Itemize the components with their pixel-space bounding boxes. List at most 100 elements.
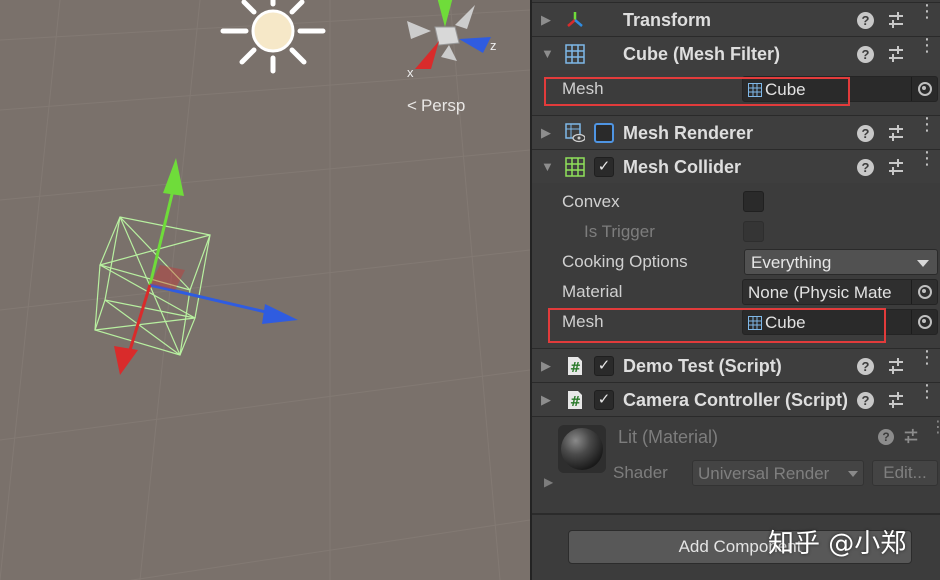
help-icon[interactable]: ? <box>878 429 894 445</box>
foldout-arrow-icon[interactable]: ▶ <box>544 475 553 489</box>
component-title: Camera Controller (Script) <box>623 390 847 410</box>
dropdown-arrow-icon <box>848 471 858 477</box>
component-title: Transform <box>623 10 712 30</box>
help-icon[interactable]: ? <box>857 12 874 29</box>
preset-icon[interactable] <box>887 45 905 63</box>
scene-grid: x z <box>0 0 530 580</box>
foldout-arrow-icon[interactable]: ▼ <box>541 159 554 174</box>
is-trigger-checkbox <box>743 221 764 242</box>
component-demo-test[interactable]: ▶ # ✓ Demo Test (Script) ? ⋮ <box>532 348 940 382</box>
cooking-options-value: Everything <box>751 253 832 272</box>
cooking-options-dropdown[interactable]: Everything <box>744 249 938 275</box>
edit-shader-button[interactable]: Edit... <box>872 460 938 486</box>
preset-icon[interactable] <box>903 428 919 444</box>
convex-checkbox[interactable] <box>743 191 764 212</box>
enable-checkbox[interactable] <box>594 123 614 143</box>
mesh-object-field[interactable]: Cube <box>742 309 938 335</box>
mesh-value: Cube <box>765 313 806 332</box>
cooking-options-label: Cooking Options <box>562 252 688 271</box>
material-section: ▶ Lit (Material) ? ⋮ Shader Universal Re… <box>532 416 940 512</box>
mesh-label: Mesh <box>562 312 604 331</box>
mesh-object-field[interactable]: Cube <box>742 76 938 102</box>
mesh-icon <box>748 83 762 97</box>
mesh-icon <box>748 316 762 330</box>
mesh-filter-icon <box>565 44 585 64</box>
material-title: Lit (Material) <box>618 427 719 447</box>
component-transform[interactable]: ▶ Transform ? ⋮ <box>532 2 940 36</box>
material-value: None (Physic Mate <box>748 283 892 302</box>
dropdown-arrow-icon <box>917 260 929 267</box>
object-picker-icon[interactable] <box>911 280 937 304</box>
convex-row: Convex <box>532 187 940 217</box>
preset-icon[interactable] <box>887 158 905 176</box>
foldout-arrow-icon[interactable]: ▶ <box>541 125 551 141</box>
is-trigger-label: Is Trigger <box>584 222 655 241</box>
is-trigger-row: Is Trigger <box>532 217 940 247</box>
component-title: Mesh Collider <box>623 157 742 177</box>
gizmo-z-label: z <box>490 38 497 53</box>
mesh-collider-icon <box>565 157 585 177</box>
component-title: Cube (Mesh Filter) <box>623 44 781 64</box>
preset-icon[interactable] <box>887 391 905 409</box>
component-camera-controller[interactable]: ▶ # ✓ Camera Controller (Script) ? ⋮ <box>532 382 940 416</box>
help-icon[interactable]: ? <box>857 125 874 142</box>
mesh-label: Mesh <box>562 79 604 98</box>
watermark: 知乎 @小郑 <box>768 529 907 559</box>
help-icon[interactable]: ? <box>857 358 874 375</box>
mesh-filter-mesh-row: Mesh Cube <box>532 74 940 104</box>
component-title: Demo Test (Script) <box>623 356 782 376</box>
shader-label: Shader <box>613 463 668 482</box>
perspective-icon: < <box>407 96 417 115</box>
inspector-panel: ▶ Transform ? ⋮ ▼ Cube (Mesh Filter) ? ⋮… <box>530 0 940 580</box>
scene-view[interactable]: x z < Persp <box>0 0 530 580</box>
gizmo-x-label: x <box>407 65 414 80</box>
shader-dropdown: Universal Render <box>692 460 864 486</box>
enable-checkbox[interactable]: ✓ <box>594 157 614 177</box>
shader-value: Universal Render <box>698 464 830 483</box>
preset-icon[interactable] <box>887 11 905 29</box>
directional-light-icon <box>220 0 326 74</box>
foldout-arrow-icon[interactable]: ▶ <box>541 12 551 28</box>
cooking-options-row: Cooking Options Everything <box>532 247 940 277</box>
preset-icon[interactable] <box>887 124 905 142</box>
mesh-value: Cube <box>765 80 806 99</box>
context-menu-icon[interactable]: ⋮ <box>918 149 936 177</box>
enable-checkbox[interactable]: ✓ <box>594 390 614 410</box>
component-mesh-filter[interactable]: ▼ Cube (Mesh Filter) ? ⋮ <box>532 36 940 70</box>
object-picker-icon[interactable] <box>911 310 937 334</box>
transform-icon <box>567 12 583 27</box>
physic-material-field[interactable]: None (Physic Mate <box>742 279 938 305</box>
help-icon[interactable]: ? <box>857 46 874 63</box>
material-preview-icon <box>558 425 606 473</box>
foldout-arrow-icon[interactable]: ▼ <box>541 46 554 61</box>
object-picker-icon[interactable] <box>911 77 937 101</box>
context-menu-icon[interactable]: ⋮ <box>918 2 936 30</box>
help-icon[interactable]: ? <box>857 392 874 409</box>
mesh-collider-mesh-row: Mesh Cube <box>532 307 940 337</box>
projection-toggle[interactable]: < Persp <box>407 96 465 116</box>
material-label: Material <box>562 282 623 301</box>
svg-text:#: # <box>570 361 581 376</box>
mesh-renderer-icon <box>565 123 585 143</box>
context-menu-icon[interactable]: ⋮ <box>918 115 936 143</box>
context-menu-icon[interactable]: ⋮ <box>918 348 936 376</box>
persp-label: Persp <box>420 96 466 115</box>
script-icon: # <box>568 391 582 410</box>
preset-icon[interactable] <box>887 357 905 375</box>
foldout-arrow-icon[interactable]: ▶ <box>541 358 551 374</box>
svg-text:#: # <box>570 395 581 410</box>
component-title: Mesh Renderer <box>623 123 754 143</box>
foldout-arrow-icon[interactable]: ▶ <box>541 392 551 408</box>
component-mesh-renderer[interactable]: ▶ Mesh Renderer ? ⋮ <box>532 115 940 149</box>
script-icon: # <box>568 357 582 376</box>
context-menu-icon[interactable]: ⋮ <box>918 382 936 410</box>
enable-checkbox[interactable]: ✓ <box>594 356 614 376</box>
context-menu-icon[interactable]: ⋮ <box>930 420 940 436</box>
context-menu-icon[interactable]: ⋮ <box>918 36 936 64</box>
divider <box>532 513 940 515</box>
material-row: Material None (Physic Mate <box>532 277 940 307</box>
help-icon[interactable]: ? <box>857 159 874 176</box>
convex-label: Convex <box>562 192 620 211</box>
orientation-gizmo <box>407 0 491 69</box>
component-mesh-collider[interactable]: ▼ ✓ Mesh Collider ? ⋮ <box>532 149 940 183</box>
